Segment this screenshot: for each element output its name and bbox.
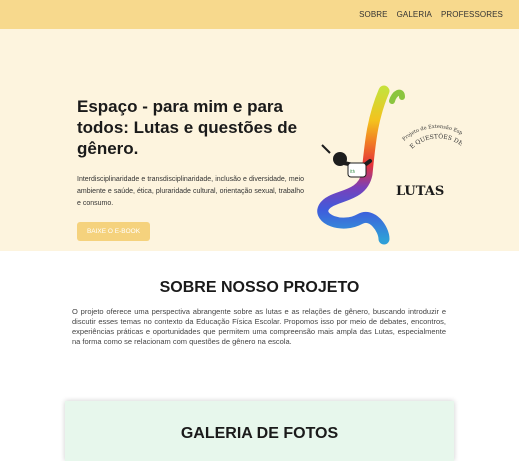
lutas-logo-text: LUTAS xyxy=(396,184,444,199)
gallery-section: GALERIA DE FOTOS xyxy=(65,401,454,461)
download-ebook-button[interactable]: BAIXE O E-BOOK xyxy=(77,222,150,241)
nav-link-professores[interactable]: PROFESSORES xyxy=(441,10,503,19)
illustration-badge-text: lth xyxy=(350,169,356,174)
about-text: O projeto oferece uma perspectiva abrang… xyxy=(72,307,446,346)
about-title: SOBRE NOSSO PROJETO xyxy=(159,279,360,296)
top-navigation: SOBRE GALERIA PROFESSORES xyxy=(0,0,519,29)
gallery-title: GALERIA DE FOTOS xyxy=(180,425,339,442)
about-section: SOBRE NOSSO PROJETO O projeto oferece um… xyxy=(0,251,519,401)
hero-description: Interdisciplinaridade e transdisciplinar… xyxy=(77,176,304,207)
hero-title: Espaço - para mim e para todos: Lutas e … xyxy=(77,97,298,158)
nav-link-galeria[interactable]: GALERIA xyxy=(397,10,432,19)
hero-section: Espaço - para mim e para todos: Lutas e … xyxy=(0,29,519,251)
nav-link-sobre[interactable]: SOBRE xyxy=(359,10,388,19)
hero-illustration: lth LUTAS Projeto de Extensão Espaço - p… xyxy=(317,85,462,245)
curved-text-inner: E QUESTÕES DE GÊNERO xyxy=(409,132,462,171)
